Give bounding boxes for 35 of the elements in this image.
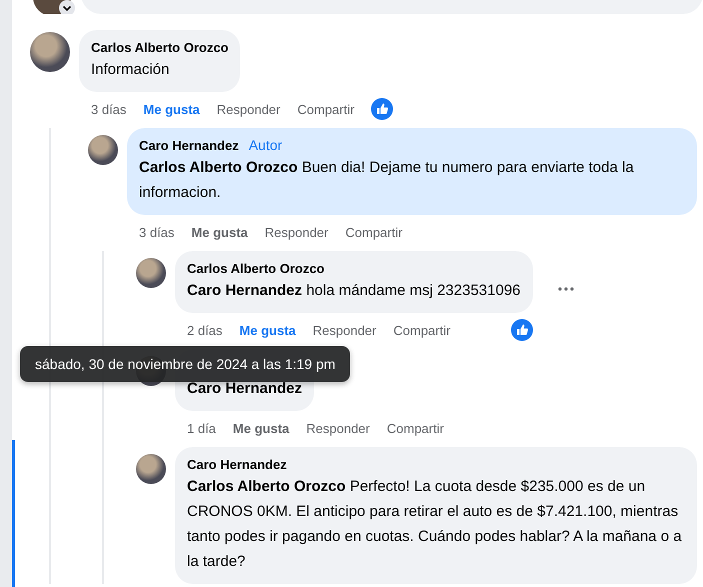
like-link[interactable]: Me gusta: [143, 102, 200, 116]
reply-link[interactable]: Responder: [264, 224, 328, 240]
avatar[interactable]: [136, 454, 166, 484]
like-link[interactable]: Me gusta: [239, 322, 296, 338]
avatar[interactable]: [136, 258, 166, 288]
comment-text: Carlos Alberto Orozco Buen dia! Dejame tu numero para enviarte toda la informacion.: [139, 158, 635, 203]
share-link[interactable]: Compartir: [386, 420, 444, 436]
like-icon[interactable]: [510, 319, 533, 341]
like-link[interactable]: Me gusta: [232, 420, 290, 436]
more-icon[interactable]: [556, 286, 576, 292]
share-link[interactable]: Compartir: [345, 224, 402, 240]
comment-text: Caro Hernandez hola mándame msj 2323531096: [187, 281, 521, 301]
chevron-down-icon[interactable]: [59, 0, 75, 14]
like-link[interactable]: Me gusta: [191, 224, 248, 240]
reply-link[interactable]: Responder: [306, 420, 370, 436]
author-name[interactable]: Caro Hernandez: [187, 456, 287, 474]
timestamp-link[interactable]: 2 días: [187, 322, 222, 338]
tooltip: sábado, 30 de noviembre de 2024 a las 1:19 pm: [20, 346, 350, 382]
share-link[interactable]: Compartir: [297, 102, 354, 116]
author-name[interactable]: Carlos Alberto Orozco: [187, 260, 324, 278]
avatar[interactable]: [88, 135, 118, 165]
author-name[interactable]: Caro Hernandez: [139, 137, 239, 155]
avatar[interactable]: [30, 32, 70, 72]
comment-text: Información: [91, 60, 170, 80]
author-name[interactable]: Carlos Alberto Orozco: [91, 39, 228, 57]
share-link[interactable]: Compartir: [393, 322, 450, 338]
author-label: Autor: [248, 137, 282, 153]
timestamp-link[interactable]: 3 días: [91, 102, 126, 116]
comment-text: Caro Hernandez: [187, 379, 302, 399]
comment-text: Carlos Alberto Orozco Perfecto! La cuota desde $235.000 es de un CRONOS 0KM. El anticipo para retirar el auto es de $7.421.100, mientras tanto podes ir pagando en cuotas. Cuándo podes hablar? A la mañana o a la tarde?: [187, 477, 683, 572]
reply-link[interactable]: Responder: [216, 102, 280, 116]
like-icon[interactable]: [371, 98, 394, 120]
reply-link[interactable]: Responder: [312, 322, 376, 338]
timestamp-link[interactable]: 3 días: [139, 224, 174, 240]
timestamp-link[interactable]: 1 día: [187, 420, 216, 436]
